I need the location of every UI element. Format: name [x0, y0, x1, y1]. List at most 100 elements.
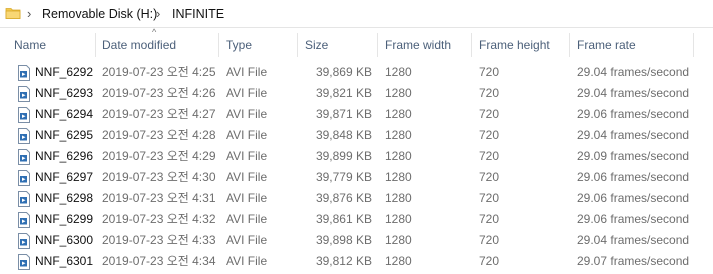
file-frame-height: 720: [479, 233, 500, 247]
column-header-type[interactable]: Type: [226, 31, 252, 59]
file-name: NNF_6294: [35, 107, 94, 121]
file-name: NNF_6301: [35, 254, 94, 268]
file-frame-width: 1280: [385, 254, 412, 268]
file-frame-width: 1280: [385, 233, 412, 247]
file-frame-rate: 29.04 frames/second: [577, 233, 690, 247]
file-frame-width: 1280: [385, 107, 412, 121]
breadcrumb-separator-icon[interactable]: ›: [27, 7, 37, 21]
file-frame-width: 1280: [385, 191, 412, 205]
column-header-frame-height[interactable]: Frame height: [479, 31, 550, 59]
file-frame-height: 720: [479, 254, 500, 268]
file-frame-rate: 29.06 frames/second: [577, 212, 690, 226]
file-date: 2019-07-23 오전 4:32: [102, 212, 216, 226]
column-divider[interactable]: [297, 33, 298, 57]
video-file-icon: [17, 170, 31, 186]
file-frame-rate: 29.07 frames/second: [577, 254, 690, 268]
file-row[interactable]: NNF_6298 2019-07-23 오전 4:31 AVI File 39,…: [0, 188, 713, 209]
breadcrumb-drive[interactable]: Removable Disk (H:): [42, 6, 157, 22]
breadcrumb-folder[interactable]: INFINITE: [172, 6, 224, 22]
file-frame-height: 720: [479, 86, 500, 100]
video-file-icon: [17, 107, 31, 123]
file-frame-rate: 29.06 frames/second: [577, 107, 690, 121]
file-name: NNF_6298: [35, 191, 94, 205]
file-row[interactable]: NNF_6292 2019-07-23 오전 4:25 AVI File 39,…: [0, 62, 713, 83]
folder-icon: [5, 5, 21, 21]
file-date: 2019-07-23 오전 4:25: [102, 65, 216, 79]
file-date: 2019-07-23 오전 4:29: [102, 149, 216, 163]
column-divider[interactable]: [218, 33, 219, 57]
file-name: NNF_6296: [35, 149, 94, 163]
file-type: AVI File: [226, 86, 268, 100]
file-name: NNF_6295: [35, 128, 94, 142]
file-frame-width: 1280: [385, 86, 412, 100]
video-file-icon: [17, 149, 31, 165]
file-size: 39,848 KB: [315, 128, 372, 142]
file-frame-height: 720: [479, 191, 500, 205]
file-type: AVI File: [226, 65, 268, 79]
file-row[interactable]: NNF_6301 2019-07-23 오전 4:34 AVI File 39,…: [0, 251, 713, 272]
column-divider[interactable]: [471, 33, 472, 57]
file-frame-rate: 29.06 frames/second: [577, 170, 690, 184]
column-divider[interactable]: [377, 33, 378, 57]
column-divider[interactable]: [693, 33, 694, 57]
file-type: AVI File: [226, 212, 268, 226]
column-divider[interactable]: [95, 33, 96, 57]
column-divider[interactable]: [569, 33, 570, 57]
file-size: 39,861 KB: [315, 212, 372, 226]
file-name: NNF_6292: [35, 65, 94, 79]
file-row[interactable]: NNF_6297 2019-07-23 오전 4:30 AVI File 39,…: [0, 167, 713, 188]
file-frame-rate: 29.04 frames/second: [577, 65, 690, 79]
file-frame-height: 720: [479, 128, 500, 142]
file-size: 39,812 KB: [315, 254, 372, 268]
file-size: 39,779 KB: [315, 170, 372, 184]
column-header-date-label: Date modified: [102, 38, 177, 52]
file-type: AVI File: [226, 128, 268, 142]
file-type: AVI File: [226, 170, 268, 184]
file-frame-rate: 29.09 frames/second: [577, 149, 690, 163]
file-frame-height: 720: [479, 65, 500, 79]
file-date: 2019-07-23 오전 4:31: [102, 191, 216, 205]
file-date: 2019-07-23 오전 4:27: [102, 107, 216, 121]
video-file-icon: [17, 65, 31, 81]
file-size: 39,876 KB: [315, 191, 372, 205]
file-row[interactable]: NNF_6299 2019-07-23 오전 4:32 AVI File 39,…: [0, 209, 713, 230]
video-file-icon: [17, 233, 31, 249]
file-size: 39,899 KB: [315, 149, 372, 163]
file-type: AVI File: [226, 107, 268, 121]
address-bar[interactable]: › Removable Disk (H:) › INFINITE: [0, 0, 713, 28]
file-name: NNF_6299: [35, 212, 94, 226]
file-frame-height: 720: [479, 170, 500, 184]
file-frame-rate: 29.04 frames/second: [577, 128, 690, 142]
file-size: 39,898 KB: [315, 233, 372, 247]
file-frame-width: 1280: [385, 128, 412, 142]
sort-ascending-icon: ^: [152, 27, 157, 37]
file-row[interactable]: NNF_6293 2019-07-23 오전 4:26 AVI File 39,…: [0, 83, 713, 104]
file-frame-width: 1280: [385, 212, 412, 226]
file-type: AVI File: [226, 254, 268, 268]
file-frame-width: 1280: [385, 170, 412, 184]
file-frame-rate: 29.04 frames/second: [577, 86, 690, 100]
video-file-icon: [17, 191, 31, 207]
file-frame-rate: 29.06 frames/second: [577, 191, 690, 205]
file-row[interactable]: NNF_6295 2019-07-23 오전 4:28 AVI File 39,…: [0, 125, 713, 146]
file-name: NNF_6300: [35, 233, 94, 247]
file-date: 2019-07-23 오전 4:33: [102, 233, 216, 247]
file-date: 2019-07-23 오전 4:34: [102, 254, 216, 268]
file-size: 39,869 KB: [315, 65, 372, 79]
file-row[interactable]: NNF_6296 2019-07-23 오전 4:29 AVI File 39,…: [0, 146, 713, 167]
file-size: 39,821 KB: [315, 86, 372, 100]
file-date: 2019-07-23 오전 4:28: [102, 128, 216, 142]
file-name: NNF_6293: [35, 86, 94, 100]
column-header-frame-rate[interactable]: Frame rate: [577, 31, 636, 59]
column-header-size[interactable]: Size: [305, 31, 328, 59]
file-row[interactable]: NNF_6294 2019-07-23 오전 4:27 AVI File 39,…: [0, 104, 713, 125]
video-file-icon: [17, 254, 31, 270]
file-frame-width: 1280: [385, 65, 412, 79]
file-size: 39,871 KB: [315, 107, 372, 121]
file-date: 2019-07-23 오전 4:30: [102, 170, 216, 184]
column-header-date-modified[interactable]: ^ Date modified: [102, 27, 177, 59]
column-header-name[interactable]: Name: [14, 31, 46, 59]
breadcrumb-separator-icon[interactable]: ›: [156, 7, 166, 21]
file-row[interactable]: NNF_6300 2019-07-23 오전 4:33 AVI File 39,…: [0, 230, 713, 251]
column-header-frame-width[interactable]: Frame width: [385, 31, 451, 59]
